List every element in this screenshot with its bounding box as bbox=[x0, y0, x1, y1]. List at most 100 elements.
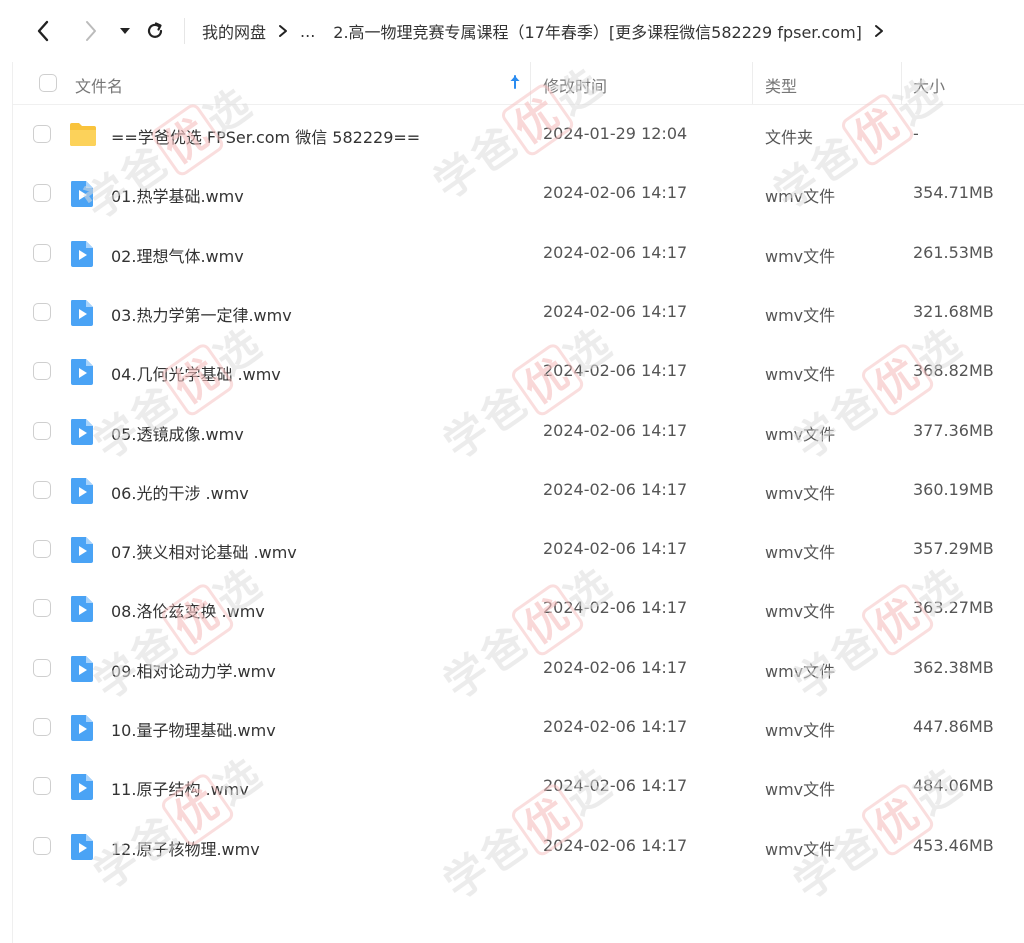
file-name: 04.几何光学基础 .wmv bbox=[111, 365, 281, 385]
file-modified-time: 2024-01-29 12:04 bbox=[543, 124, 688, 143]
file-name: 03.热力学第一定律.wmv bbox=[111, 305, 292, 325]
forward-button[interactable] bbox=[78, 16, 104, 46]
table-row[interactable]: 04.几何光学基础 .wmv 2024-02-06 14:17 wmv文件 368.8… bbox=[13, 342, 1024, 401]
table-row[interactable]: 06.光的干涉 .wmv 2024-02-06 14:17 wmv文件 360.19M… bbox=[13, 461, 1024, 520]
row-checkbox[interactable] bbox=[33, 718, 51, 736]
refresh-button[interactable] bbox=[142, 16, 168, 46]
table-row[interactable]: 01.热学基础.wmv 2024-02-06 14:17 wmv文件 354.71MB bbox=[13, 164, 1024, 223]
breadcrumb-ellipsis[interactable]: ... bbox=[300, 22, 315, 41]
file-name: 05.透镜成像.wmv bbox=[111, 424, 244, 444]
breadcrumb-current[interactable]: 2.高一物理竞赛专属课程（17年春季）[更多课程微信582229 fpser.c… bbox=[333, 19, 862, 43]
table-row[interactable]: 02.理想气体.wmv 2024-02-06 14:17 wmv文件 261.53MB bbox=[13, 224, 1024, 283]
refresh-icon bbox=[147, 22, 163, 38]
row-checkbox[interactable] bbox=[33, 540, 51, 559]
file-size: 368.82MB bbox=[913, 361, 994, 381]
table-row[interactable]: 08.洛伦兹变换 .wmv 2024-02-06 14:17 wmv文件 363.27… bbox=[13, 579, 1024, 638]
file-size: 363.27MB bbox=[913, 598, 994, 618]
video-file-icon bbox=[69, 418, 95, 446]
video-file-icon bbox=[69, 773, 95, 801]
file-size: 377.36MB bbox=[913, 420, 994, 440]
file-modified-time: 2024-02-06 14:17 bbox=[543, 657, 688, 677]
column-header-type[interactable]: 类型 bbox=[765, 73, 797, 97]
column-divider[interactable] bbox=[901, 62, 902, 104]
file-name: 08.洛伦兹变换 .wmv bbox=[111, 602, 265, 622]
file-modified-time: 2024-02-06 14:17 bbox=[543, 835, 688, 855]
row-checkbox[interactable] bbox=[33, 777, 51, 796]
file-name: 07.狭义相对论基础 .wmv bbox=[111, 543, 297, 563]
file-modified-time: 2024-02-06 14:17 bbox=[543, 301, 688, 321]
row-checkbox[interactable] bbox=[33, 125, 51, 143]
video-file-icon bbox=[69, 655, 95, 683]
row-checkbox[interactable] bbox=[33, 836, 51, 855]
file-size: 261.53MB bbox=[913, 242, 994, 262]
breadcrumb-separator-icon bbox=[874, 24, 884, 38]
file-type: wmv文件 bbox=[765, 839, 836, 859]
file-name: 09.相对论动力学.wmv bbox=[111, 661, 276, 681]
file-type: wmv文件 bbox=[765, 483, 836, 503]
table-row[interactable]: 10.量子物理基础.wmv 2024-02-06 14:17 wmv文件 447.86… bbox=[13, 698, 1024, 757]
folder-icon bbox=[69, 121, 96, 149]
column-header-modified[interactable]: 修改时间 bbox=[543, 73, 607, 97]
row-checkbox[interactable] bbox=[33, 184, 51, 203]
row-checkbox[interactable] bbox=[33, 658, 51, 677]
file-modified-time: 2024-02-06 14:17 bbox=[543, 598, 688, 618]
table-row[interactable]: 12.原子核物理.wmv 2024-02-06 14:17 wmv文件 453.46M… bbox=[13, 817, 1024, 876]
row-checkbox[interactable] bbox=[33, 480, 51, 499]
file-modified-time: 2024-02-06 14:17 bbox=[543, 539, 688, 559]
row-checkbox[interactable] bbox=[33, 243, 51, 262]
file-size: 453.46MB bbox=[913, 835, 994, 855]
file-type: wmv文件 bbox=[765, 661, 836, 681]
video-file-icon bbox=[69, 714, 95, 742]
file-type: wmv文件 bbox=[765, 365, 836, 385]
file-modified-time: 2024-02-06 14:17 bbox=[543, 479, 688, 499]
row-checkbox[interactable] bbox=[33, 302, 51, 321]
table-row[interactable]: 07.狭义相对论基础 .wmv 2024-02-06 14:17 wmv文件 357.… bbox=[13, 520, 1024, 579]
table-row[interactable]: 11.原子结构 .wmv 2024-02-06 14:17 wmv文件 484.06M… bbox=[13, 757, 1024, 816]
file-name: 10.量子物理基础.wmv bbox=[111, 721, 276, 740]
table-row[interactable]: ==学爸优选 FPSer.com 微信 582229== 2024-01-29 1… bbox=[13, 105, 1024, 164]
file-size: 360.19MB bbox=[913, 479, 994, 499]
column-divider[interactable] bbox=[530, 62, 531, 104]
chevron-right-icon bbox=[86, 21, 96, 41]
file-name: 01.热学基础.wmv bbox=[111, 187, 244, 207]
file-modified-time: 2024-02-06 14:17 bbox=[543, 361, 688, 381]
file-name: 11.原子结构 .wmv bbox=[111, 780, 249, 800]
file-modified-time: 2024-02-06 14:17 bbox=[543, 183, 688, 203]
file-type: wmv文件 bbox=[765, 602, 836, 622]
toolbar: 我的网盘 ... 2.高一物理竞赛专属课程（17年春季）[更多课程微信58222… bbox=[0, 0, 1024, 62]
breadcrumb: 我的网盘 ... 2.高一物理竞赛专属课程（17年春季）[更多课程微信58222… bbox=[202, 0, 1024, 62]
file-size: 484.06MB bbox=[913, 776, 994, 796]
video-file-icon bbox=[69, 180, 95, 208]
video-file-icon bbox=[69, 358, 95, 386]
row-checkbox[interactable] bbox=[33, 362, 51, 381]
select-all-checkbox[interactable] bbox=[39, 74, 57, 92]
column-divider[interactable] bbox=[752, 62, 753, 104]
table-row[interactable]: 09.相对论动力学.wmv 2024-02-06 14:17 wmv文件 362.38… bbox=[13, 639, 1024, 698]
file-list: 文件名 修改时间 类型 大小 ==学爸优选 FPSer.com 微信 58222… bbox=[12, 62, 1024, 943]
video-file-icon bbox=[69, 299, 95, 327]
file-size: - bbox=[913, 124, 919, 143]
row-checkbox[interactable] bbox=[33, 599, 51, 618]
file-size: 447.86MB bbox=[913, 717, 994, 736]
table-row[interactable]: 03.热力学第一定律.wmv 2024-02-06 14:17 wmv文件 321.6… bbox=[13, 283, 1024, 342]
column-header-name[interactable]: 文件名 bbox=[75, 73, 123, 97]
file-size: 362.38MB bbox=[913, 657, 994, 677]
breadcrumb-root[interactable]: 我的网盘 bbox=[202, 19, 266, 43]
sort-ascending-icon[interactable] bbox=[509, 74, 521, 94]
row-checkbox[interactable] bbox=[33, 421, 51, 440]
file-modified-time: 2024-02-06 14:17 bbox=[543, 776, 688, 796]
file-modified-time: 2024-02-06 14:17 bbox=[543, 717, 688, 736]
column-header-size[interactable]: 大小 bbox=[913, 73, 945, 97]
video-file-icon bbox=[69, 536, 95, 564]
file-modified-time: 2024-02-06 14:17 bbox=[543, 242, 688, 262]
video-file-icon bbox=[69, 477, 95, 505]
history-dropdown-button[interactable] bbox=[112, 16, 138, 46]
file-size: 357.29MB bbox=[913, 539, 994, 559]
list-header: 文件名 修改时间 类型 大小 bbox=[13, 62, 1024, 105]
video-file-icon bbox=[69, 595, 95, 623]
file-type: wmv文件 bbox=[765, 543, 836, 563]
file-type: wmv文件 bbox=[765, 187, 836, 207]
video-file-icon bbox=[69, 240, 95, 268]
table-row[interactable]: 05.透镜成像.wmv 2024-02-06 14:17 wmv文件 377.36MB bbox=[13, 402, 1024, 461]
back-button[interactable] bbox=[30, 16, 56, 46]
